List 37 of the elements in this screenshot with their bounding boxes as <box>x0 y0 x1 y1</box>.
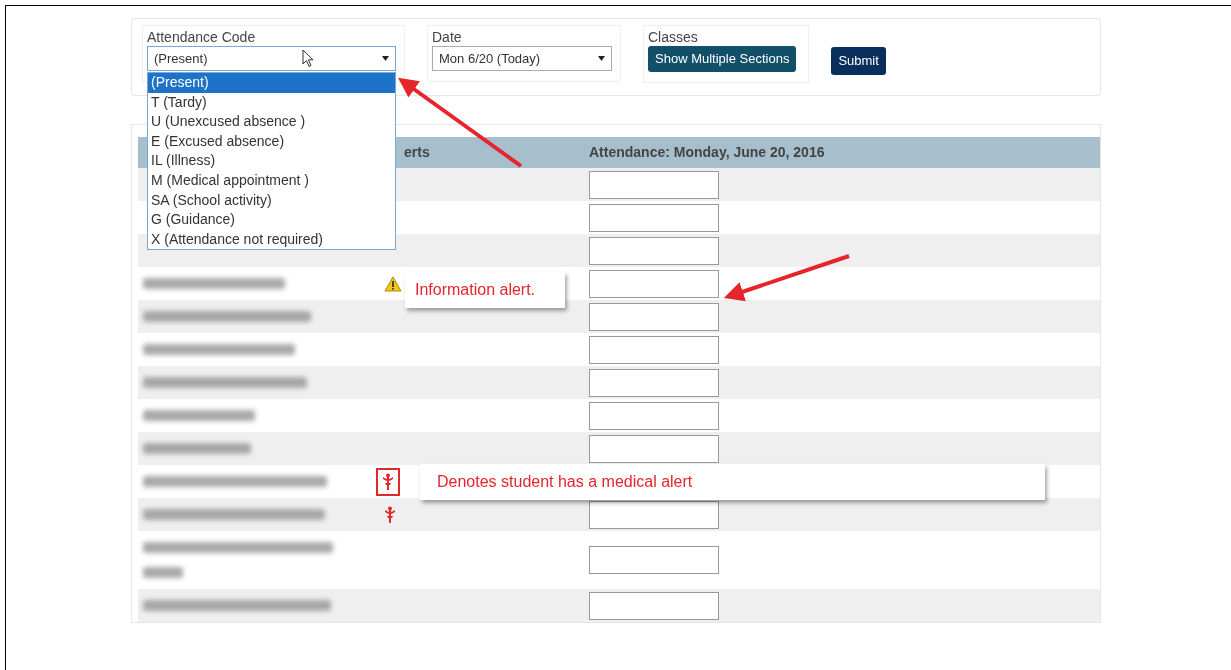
attendance-input[interactable] <box>589 203 719 232</box>
select-field[interactable]: (Present) <box>147 46 396 71</box>
dropdown-option[interactable]: E (Excused absence) <box>148 131 395 152</box>
attendance-input[interactable] <box>589 302 719 331</box>
attendance-input[interactable] <box>589 434 719 463</box>
dropdown-option[interactable]: X (Attendance not required) <box>148 229 395 250</box>
attendance-input[interactable] <box>589 170 719 199</box>
filter-label: Date <box>432 28 463 46</box>
select-value: Mon 6/20 (Today) <box>439 49 541 68</box>
dropdown-option[interactable]: T (Tardy) <box>148 92 395 113</box>
attendance-input[interactable] <box>589 335 719 364</box>
attendance-input[interactable] <box>589 546 719 574</box>
mouse-pointer-icon <box>302 49 314 68</box>
attendance-input[interactable] <box>589 368 719 397</box>
filter-label: Classes <box>648 28 699 46</box>
dropdown-option[interactable]: M (Medical appointment ) <box>148 170 395 191</box>
attendance-input[interactable] <box>589 269 719 298</box>
attendance-input[interactable] <box>589 236 719 265</box>
callout-note: Denotes student has a medical alert <box>420 463 1045 500</box>
dropdown-option[interactable]: U (Unexcused absence ) <box>148 112 395 132</box>
caret-icon <box>598 56 605 61</box>
attendance-input[interactable] <box>589 500 719 529</box>
select-field[interactable]: Mon 6/20 (Today) <box>432 46 612 71</box>
column-header: erts <box>404 143 430 162</box>
dropdown-option[interactable]: (Present) <box>148 73 395 93</box>
dropdown-option[interactable]: IL (Illness) <box>148 151 395 171</box>
attendance-input[interactable] <box>589 591 719 620</box>
select-value: (Present) <box>154 49 208 68</box>
dropdown-option[interactable]: G (Guidance) <box>148 210 395 230</box>
submit-button[interactable]: Submit <box>831 47 886 75</box>
show-sections-button[interactable]: Show Multiple Sections <box>648 46 797 72</box>
column-header: Attendance: Monday, June 20, 2016 <box>589 143 825 162</box>
dropdown-option[interactable]: SA (School activity) <box>148 190 395 211</box>
attendance-input[interactable] <box>589 401 719 430</box>
filter-label: Attendance Code <box>147 28 257 46</box>
callout-note: Information alert. <box>405 271 565 308</box>
caret-icon <box>382 56 389 61</box>
